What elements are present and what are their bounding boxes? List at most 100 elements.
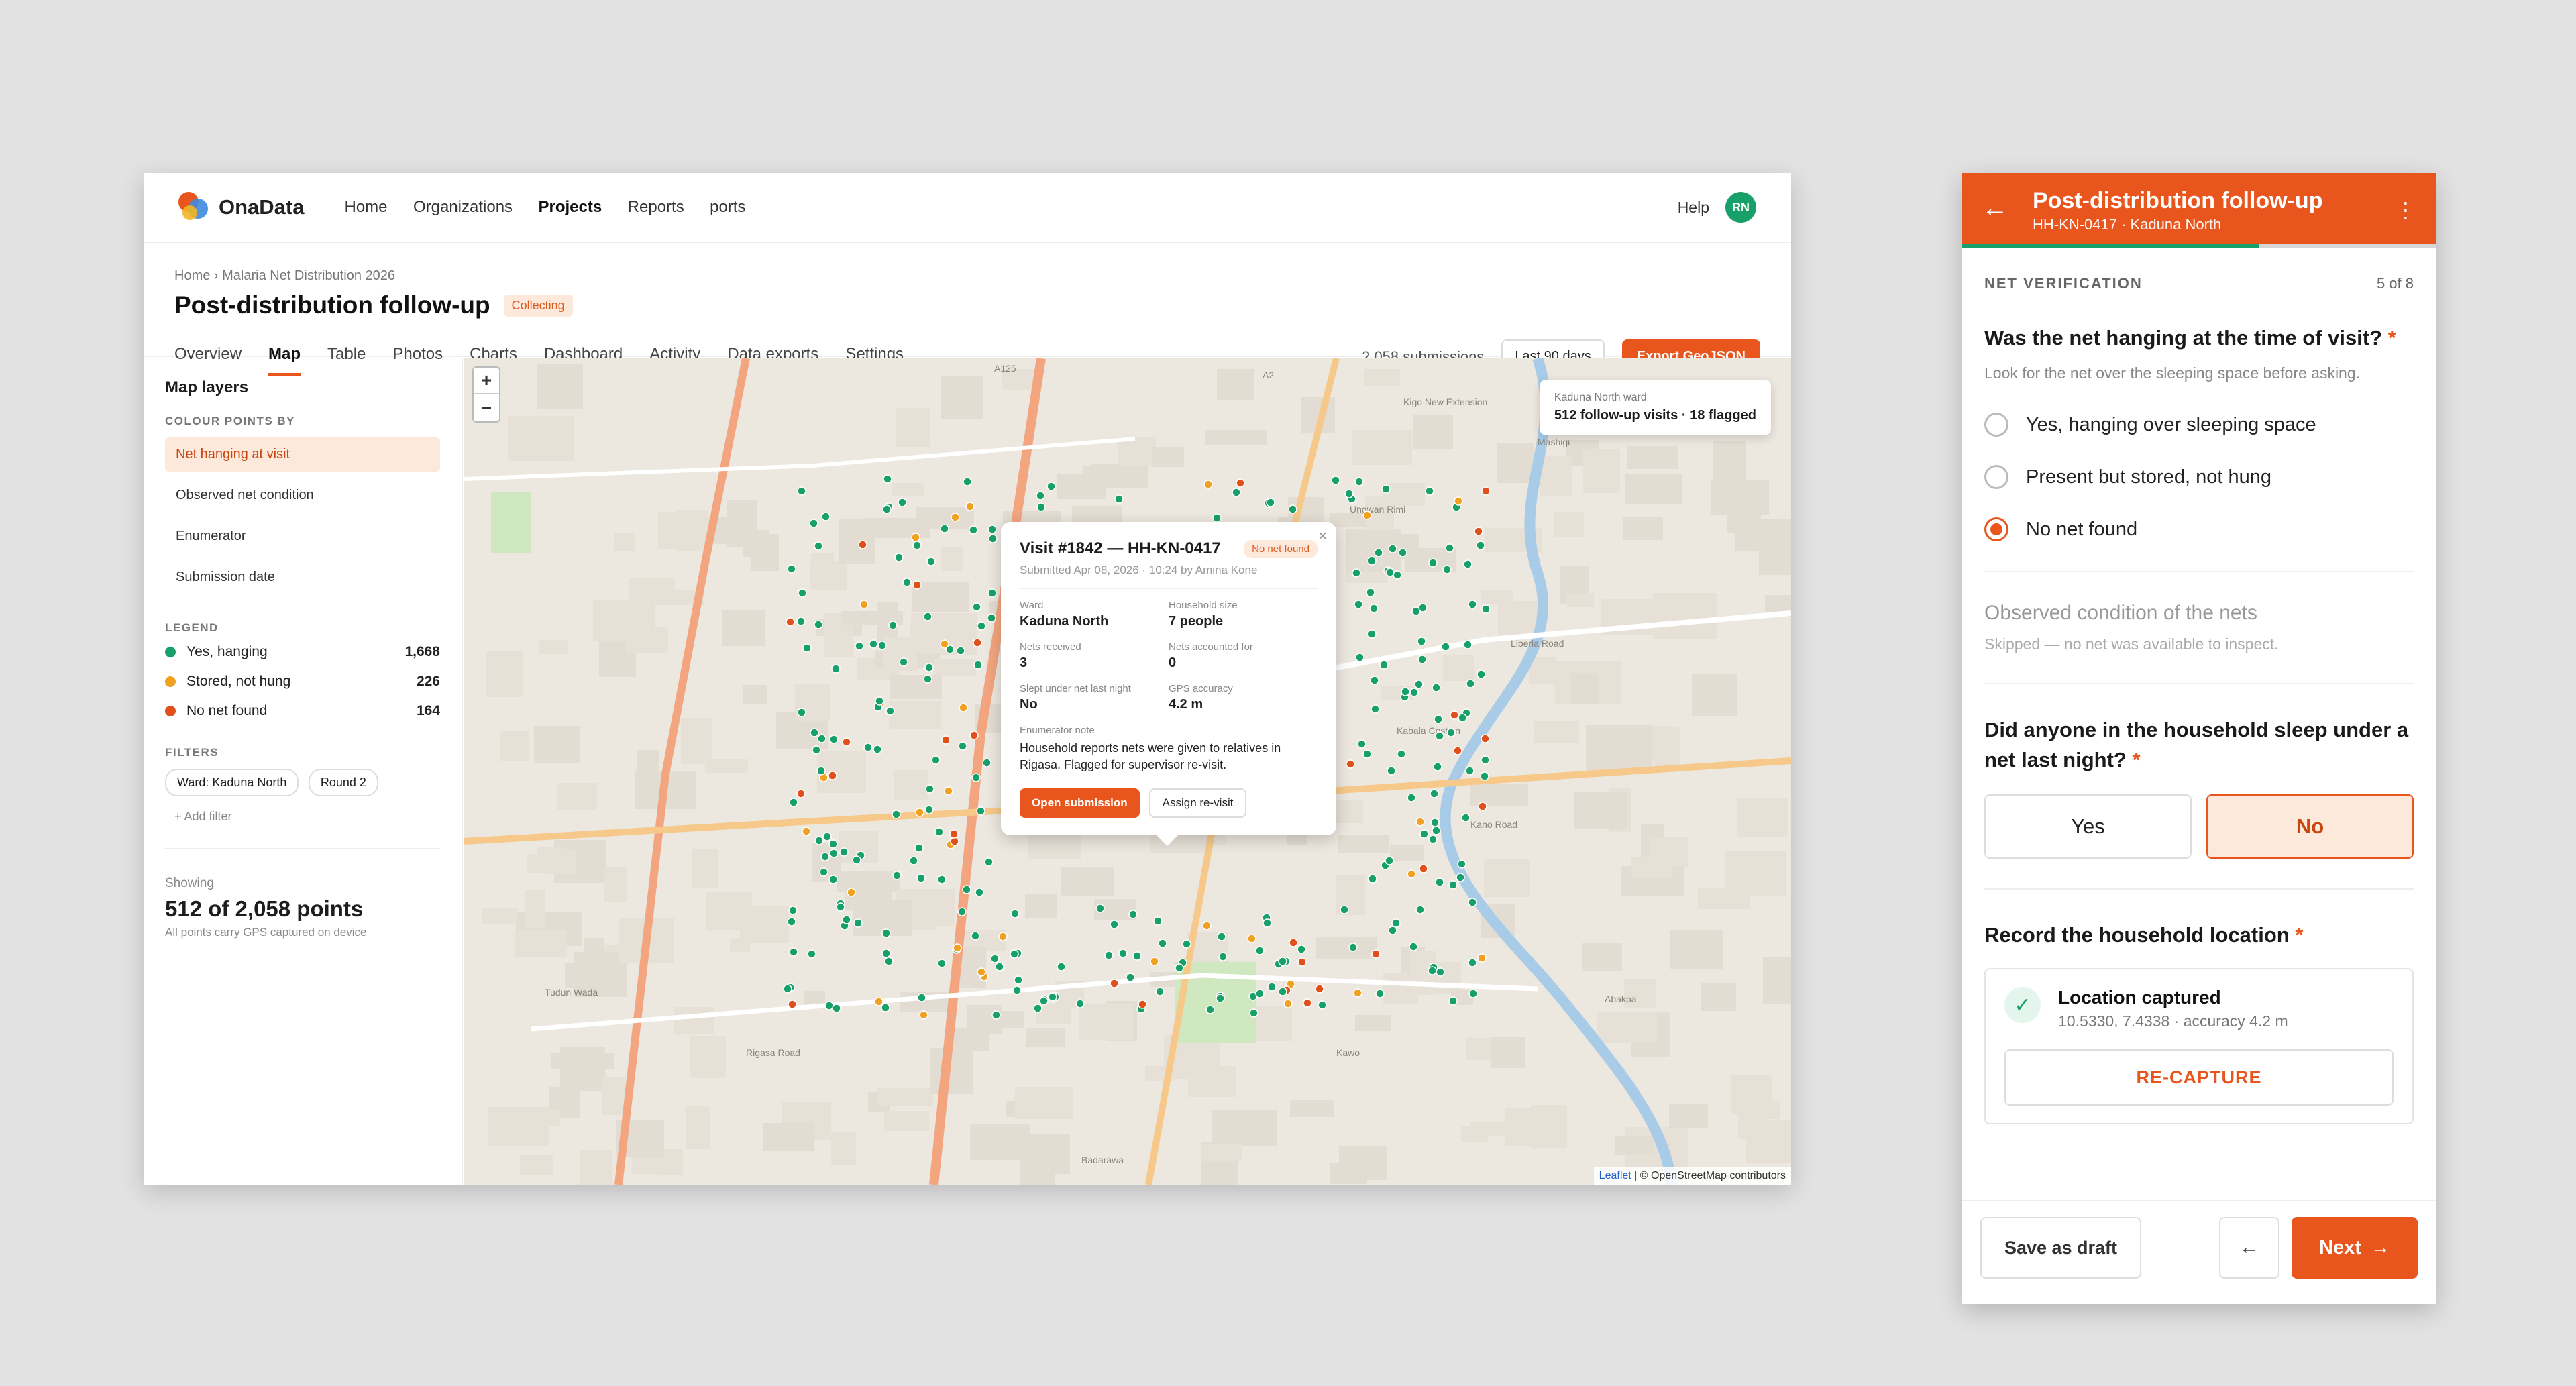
building-block	[1653, 593, 1717, 639]
submission-point	[788, 906, 798, 915]
submission-point	[1430, 818, 1440, 827]
building-block	[1188, 1066, 1236, 1097]
submission-point	[1303, 998, 1312, 1008]
submission-point	[888, 621, 898, 630]
previous-arrow-icon[interactable]: ←	[2219, 1217, 2279, 1279]
main-nav: Home Organizations Projects Reports port…	[344, 198, 768, 217]
help-link[interactable]: Help	[1678, 199, 1709, 217]
submission-point	[1480, 771, 1489, 781]
note-label: Enumerator note	[1020, 725, 1095, 736]
submission-point	[973, 660, 983, 670]
building-block	[584, 938, 604, 965]
leaflet-link[interactable]: Leaflet	[1599, 1170, 1631, 1181]
field-label: Slept under net last night	[1020, 683, 1131, 694]
filter-chip-ward[interactable]: Ward: Kaduna North	[165, 769, 299, 796]
nav-projects[interactable]: Projects	[539, 198, 602, 216]
submission-point	[1448, 880, 1458, 890]
submission-point	[1419, 864, 1428, 873]
zoom-in-button[interactable]: +	[474, 368, 499, 394]
ward-value: 512 follow-up visits · 18 flagged	[1554, 408, 1756, 423]
save-draft-button[interactable]: Save as draft	[1980, 1217, 2141, 1279]
add-filter-button[interactable]: + Add filter	[174, 810, 440, 824]
submission-point	[984, 857, 994, 867]
building-block	[690, 1036, 726, 1078]
nav-reports[interactable]: Reports	[628, 198, 684, 216]
nav-home[interactable]: Home	[344, 198, 387, 216]
submission-point	[1401, 687, 1410, 696]
submission-point	[1457, 859, 1466, 869]
breadcrumb[interactable]: Home › Malaria Net Distribution 2026	[174, 268, 395, 284]
answer-no-button[interactable]: No	[2206, 794, 2414, 859]
radio-option[interactable]: Yes, hanging over sleeping space	[1984, 413, 2414, 437]
submission-point	[990, 954, 1000, 963]
answer-yes-button[interactable]: Yes	[1984, 794, 2192, 859]
field-label: Nets accounted for	[1169, 641, 1253, 653]
submission-point	[1297, 945, 1306, 954]
map-place-label: Kawo	[1336, 1047, 1360, 1058]
legend-item: Yes, hanging 1,668	[165, 644, 440, 660]
field-label: Nets received	[1020, 641, 1081, 653]
submission-point	[829, 849, 839, 858]
submission-point	[1476, 541, 1485, 550]
radio-option-selected[interactable]: No net found	[1984, 517, 2414, 542]
close-icon[interactable]: ×	[1318, 527, 1327, 545]
building-block	[681, 718, 712, 764]
submission-point	[1263, 918, 1272, 928]
submission-point	[1428, 835, 1438, 844]
recapture-button[interactable]: RE-CAPTURE	[2004, 1049, 2394, 1106]
zoom-out-button[interactable]: −	[474, 394, 499, 421]
submission-point	[1463, 559, 1472, 569]
submission-point	[1346, 759, 1355, 769]
submission-point	[977, 967, 986, 977]
submission-point	[1370, 676, 1379, 685]
open-submission-button[interactable]: Open submission	[1020, 788, 1140, 818]
more-vertical-icon[interactable]: ⋮	[2395, 197, 2416, 223]
building-block	[1061, 867, 1114, 896]
colour-option-net-hanging[interactable]: Net hanging at visit	[165, 437, 440, 472]
nav-ports[interactable]: ports	[710, 198, 745, 216]
submission-point	[1474, 527, 1483, 536]
avatar[interactable]: RN	[1725, 192, 1756, 223]
submission-point	[1446, 728, 1456, 737]
assign-revisit-button[interactable]: Assign re-visit	[1148, 788, 1247, 818]
submission-point	[1110, 920, 1119, 929]
submission-point	[925, 784, 934, 794]
building-block	[727, 500, 757, 547]
submission-point	[1289, 938, 1298, 947]
submission-point	[972, 602, 981, 612]
next-button[interactable]: Next →	[2292, 1217, 2418, 1279]
osm-attribution[interactable]: | © OpenStreetMap contributors	[1631, 1170, 1786, 1181]
building-block	[1470, 784, 1528, 806]
submission-point	[1075, 999, 1085, 1008]
submission-point	[975, 888, 984, 897]
colour-option-net-condition[interactable]: Observed net condition	[165, 478, 440, 513]
showing-label: Showing	[165, 876, 214, 890]
submission-point	[1454, 496, 1463, 506]
back-arrow-icon[interactable]: ←	[1982, 193, 2008, 223]
submission-point	[828, 875, 838, 884]
submission-point	[1434, 714, 1443, 724]
map-canvas[interactable]: A125 A2 Kigo New Extension Mashigi Ungwan Ri…	[464, 358, 1791, 1185]
building-block	[1554, 512, 1584, 537]
building-block	[1217, 369, 1254, 400]
submission-point	[1104, 951, 1114, 960]
logo[interactable]: OnaData	[178, 192, 304, 223]
building-block	[1649, 837, 1688, 867]
filters-label: FILTERS	[165, 746, 219, 759]
filter-chip-round[interactable]: Round 2	[308, 769, 378, 796]
submission-point	[919, 1010, 928, 1020]
submission-point	[873, 745, 882, 754]
map-place-label: Badarawa	[1081, 1155, 1124, 1165]
submission-point	[937, 875, 947, 884]
building-block	[1338, 835, 1389, 853]
colour-option-enumerator[interactable]: Enumerator	[165, 519, 440, 553]
map-place-label: Tudun Wada	[545, 987, 598, 998]
submission-point	[1362, 749, 1372, 759]
building-block	[1390, 845, 1424, 861]
nav-organizations[interactable]: Organizations	[413, 198, 513, 216]
colour-option-submission-date[interactable]: Submission date	[165, 560, 440, 594]
submission-point	[814, 836, 824, 845]
radio-option[interactable]: Present but stored, not hung	[1984, 465, 2414, 490]
submission-point	[1010, 949, 1019, 959]
submission-point	[796, 789, 806, 798]
